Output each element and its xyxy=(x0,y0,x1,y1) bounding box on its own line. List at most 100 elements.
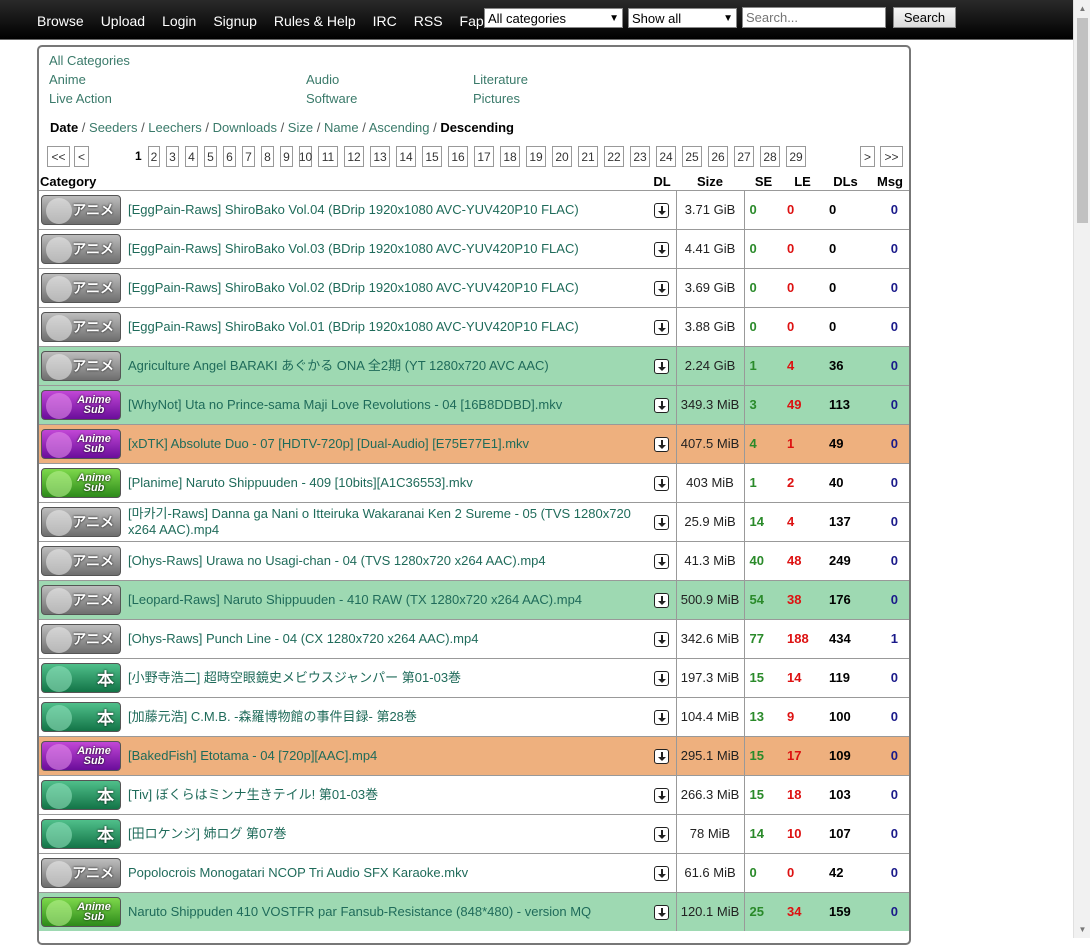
torrent-name-link[interactable]: [Ohys-Raws] Punch Line - 04 (CX 1280x720… xyxy=(125,631,648,647)
nav-fap[interactable]: Fap xyxy=(460,13,484,29)
page-link[interactable]: 9 xyxy=(280,146,293,167)
nav-irc[interactable]: IRC xyxy=(373,13,397,29)
header-dls[interactable]: DLs xyxy=(822,173,869,190)
torrent-name-link[interactable]: [EggPain-Raws] ShiroBako Vol.02 (BDrip 1… xyxy=(125,280,648,296)
category-badge[interactable]: アニメ xyxy=(41,350,121,381)
download-icon[interactable] xyxy=(654,280,670,296)
torrent-name-link[interactable]: [EggPain-Raws] ShiroBako Vol.01 (BDrip 1… xyxy=(125,319,648,335)
header-le[interactable]: LE xyxy=(783,173,822,190)
page-link[interactable]: 3 xyxy=(166,146,179,167)
torrent-name-link[interactable]: [WhyNot] Uta no Prince-sama Maji Love Re… xyxy=(125,397,648,413)
torrent-name-link[interactable]: [Ohys-Raws] Urawa no Usagi-chan - 04 (TV… xyxy=(125,553,648,569)
torrent-name-link[interactable]: [Planime] Naruto Shippuuden - 409 [10bit… xyxy=(125,475,648,491)
download-icon[interactable] xyxy=(654,241,670,257)
sort-ascending[interactable]: Ascending xyxy=(369,120,430,135)
page-link[interactable]: 7 xyxy=(242,146,255,167)
scroll-thumb[interactable] xyxy=(1077,18,1088,223)
download-icon[interactable] xyxy=(654,826,670,842)
page-link[interactable]: 14 xyxy=(396,146,416,167)
torrent-name-link[interactable]: Agriculture Angel BARAKI あぐかる ONA 全2期 (Y… xyxy=(125,358,648,374)
category-badge[interactable]: アニメ xyxy=(41,272,121,303)
torrent-name-link[interactable]: [마카기-Raws] Danna ga Nani o Itteiruka Wak… xyxy=(125,506,648,538)
torrent-name-link[interactable]: [EggPain-Raws] ShiroBako Vol.04 (BDrip 1… xyxy=(125,202,648,218)
page-link[interactable]: 10 xyxy=(299,146,312,167)
category-select[interactable]: All categories ▼ xyxy=(484,8,623,28)
download-icon[interactable] xyxy=(654,709,670,725)
search-button[interactable]: Search xyxy=(893,7,956,28)
download-icon[interactable] xyxy=(654,592,670,608)
category-badge[interactable]: アニメ xyxy=(41,584,121,615)
sort-downloads[interactable]: Downloads xyxy=(213,120,277,135)
category-badge[interactable]: Anime Sub xyxy=(41,467,121,498)
download-icon[interactable] xyxy=(654,904,670,920)
vertical-scrollbar[interactable]: ▲ ▼ xyxy=(1073,0,1090,938)
cat-anime[interactable]: Anime xyxy=(49,72,86,87)
sort-size[interactable]: Size xyxy=(288,120,313,135)
torrent-name-link[interactable]: [加藤元浩] C.M.B. -森羅博物館の事件目録- 第28巻 xyxy=(125,709,648,725)
cat-literature[interactable]: Literature xyxy=(473,72,528,87)
sort-descending[interactable]: Descending xyxy=(440,120,514,135)
page-link[interactable]: 20 xyxy=(552,146,572,167)
page-link[interactable]: 16 xyxy=(448,146,468,167)
page-link[interactable]: 8 xyxy=(261,146,274,167)
category-badge[interactable]: アニメ xyxy=(41,233,121,264)
page-link[interactable]: 19 xyxy=(526,146,546,167)
download-icon[interactable] xyxy=(654,358,670,374)
cat-all[interactable]: All Categories xyxy=(49,53,130,68)
cat-software[interactable]: Software xyxy=(306,91,357,106)
page-link[interactable]: 17 xyxy=(474,146,494,167)
torrent-name-link[interactable]: [BakedFish] Etotama - 04 [720p][AAC].mp4 xyxy=(125,748,648,764)
download-icon[interactable] xyxy=(654,397,670,413)
download-icon[interactable] xyxy=(654,514,670,530)
cat-pictures[interactable]: Pictures xyxy=(473,91,520,106)
page-link[interactable]: 12 xyxy=(344,146,364,167)
download-icon[interactable] xyxy=(654,748,670,764)
header-msg[interactable]: Msg xyxy=(869,173,909,190)
scroll-up-icon[interactable]: ▲ xyxy=(1074,0,1090,17)
page-last-button[interactable]: >> xyxy=(880,146,903,167)
nav-signup[interactable]: Signup xyxy=(213,13,257,29)
page-link[interactable]: 28 xyxy=(760,146,780,167)
page-link[interactable]: 22 xyxy=(604,146,624,167)
page-first-button[interactable]: << xyxy=(47,146,70,167)
category-badge[interactable]: Anime Sub xyxy=(41,896,121,927)
category-badge[interactable]: アニメ xyxy=(41,545,121,576)
torrent-name-link[interactable]: [EggPain-Raws] ShiroBako Vol.03 (BDrip 1… xyxy=(125,241,648,257)
page-link[interactable]: 21 xyxy=(578,146,598,167)
download-icon[interactable] xyxy=(654,475,670,491)
category-badge[interactable]: 本 xyxy=(41,701,121,732)
page-link[interactable]: 18 xyxy=(500,146,520,167)
category-badge[interactable]: Anime Sub xyxy=(41,428,121,459)
sort-date[interactable]: Date xyxy=(50,120,78,135)
cat-live-action[interactable]: Live Action xyxy=(49,91,112,106)
download-icon[interactable] xyxy=(654,319,670,335)
torrent-name-link[interactable]: [Tiv] ぼくらはミンナ生きテイル! 第01-03巻 xyxy=(125,787,648,803)
download-icon[interactable] xyxy=(654,787,670,803)
download-icon[interactable] xyxy=(654,865,670,881)
page-link[interactable]: 5 xyxy=(204,146,217,167)
download-icon[interactable] xyxy=(654,202,670,218)
nav-upload[interactable]: Upload xyxy=(101,13,145,29)
category-badge[interactable]: アニメ xyxy=(41,194,121,225)
nav-login[interactable]: Login xyxy=(162,13,196,29)
header-size[interactable]: Size xyxy=(676,173,744,190)
category-badge[interactable]: 本 xyxy=(41,662,121,693)
download-icon[interactable] xyxy=(654,631,670,647)
sort-leechers[interactable]: Leechers xyxy=(148,120,201,135)
torrent-name-link[interactable]: Popolocrois Monogatari NCOP Tri Audio SF… xyxy=(125,865,648,881)
download-icon[interactable] xyxy=(654,553,670,569)
page-link[interactable]: 6 xyxy=(223,146,236,167)
download-icon[interactable] xyxy=(654,436,670,452)
category-badge[interactable]: Anime Sub xyxy=(41,389,121,420)
torrent-name-link[interactable]: Naruto Shippuden 410 VOSTFR par Fansub-R… xyxy=(125,904,648,920)
search-input[interactable] xyxy=(742,7,886,28)
page-link[interactable]: 4 xyxy=(185,146,198,167)
category-badge[interactable]: 本 xyxy=(41,779,121,810)
page-prev-button[interactable]: < xyxy=(74,146,89,167)
download-icon[interactable] xyxy=(654,670,670,686)
header-se[interactable]: SE xyxy=(744,173,783,190)
category-badge[interactable]: アニメ xyxy=(41,506,121,537)
torrent-name-link[interactable]: [xDTK] Absolute Duo - 07 [HDTV-720p] [Du… xyxy=(125,436,648,452)
page-link[interactable]: 26 xyxy=(708,146,728,167)
page-link[interactable]: 15 xyxy=(422,146,442,167)
